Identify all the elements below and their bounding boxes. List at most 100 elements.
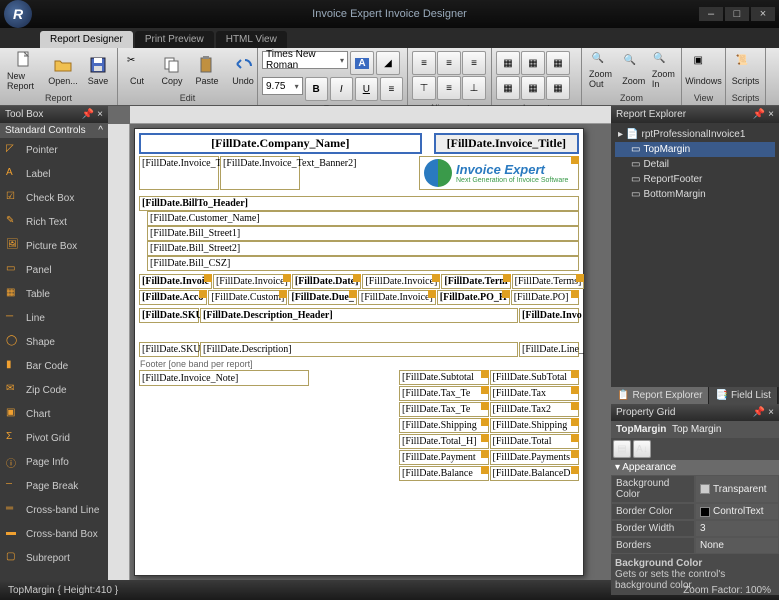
field-header-cell[interactable]: [FillDate.PO_H (437, 290, 510, 305)
field-header-cell[interactable]: [FillDate.Invoice] (362, 274, 440, 289)
field-bill-street2[interactable]: [FillDate.Bill_Street2] (147, 241, 579, 256)
prop-row[interactable]: Border Width3 (611, 520, 779, 537)
toolbox-item-rich-text[interactable]: ✎Rich Text (0, 210, 108, 234)
report-tree[interactable]: ▸ 📄rptProfessionalInvoice1 ▭TopMargin ▭D… (611, 123, 779, 387)
cut-button[interactable]: ✂Cut (120, 50, 154, 92)
new-report-button[interactable]: New Report (2, 50, 45, 92)
field-header-cell[interactable]: [FillDate.Terms] (512, 274, 585, 289)
field-total-value[interactable]: [FillDate.Payments (490, 450, 580, 465)
field-total-value[interactable]: [FillDate.Tax2 (490, 402, 580, 417)
alphabetize-button[interactable]: A↓ (633, 440, 651, 458)
undo-button[interactable]: Undo (226, 50, 260, 92)
close-icon[interactable]: × (97, 109, 103, 120)
field-desc-header[interactable]: [FillDate.Description_Header] (200, 308, 518, 323)
field-invoice-title[interactable]: [FillDate.Invoice_Title] (434, 133, 579, 154)
scripts-button[interactable]: 📜Scripts (728, 50, 763, 92)
minimize-button[interactable]: – (699, 7, 723, 21)
field-banner2[interactable]: [FillDate.Invoice_Text_Banner2] (220, 156, 300, 190)
layout-btn-5[interactable]: ▦ (521, 76, 545, 100)
field-total-label[interactable]: [FillDate.Tax_Te (399, 386, 489, 401)
field-total-label[interactable]: [FillDate.Payment (399, 450, 489, 465)
toolbox-item-cross-band-line[interactable]: ═Cross-band Line (0, 498, 108, 522)
align-top-button[interactable]: ⊤ (412, 76, 436, 100)
underline-button[interactable]: U (355, 77, 378, 101)
toolbox-item-page-break[interactable]: ┄Page Break (0, 474, 108, 498)
field-detail-desc[interactable]: [FillDate.Description] (200, 342, 518, 357)
copy-button[interactable]: Copy (155, 50, 189, 92)
toolbox-item-panel[interactable]: ▭Panel (0, 258, 108, 282)
field-total-label[interactable]: [FillDate.Subtotal (399, 370, 489, 385)
field-company-name[interactable]: [FillDate.Company_Name] (139, 133, 422, 154)
align-right-button[interactable]: ≡ (462, 51, 486, 75)
tab-print-preview[interactable]: Print Preview (135, 31, 214, 48)
categorize-button[interactable]: ▤ (613, 440, 631, 458)
toolbox-item-line[interactable]: ─Line (0, 306, 108, 330)
field-header-cell[interactable]: [FillDate.Due_ (288, 290, 357, 305)
align-middle-button[interactable]: ≡ (437, 76, 461, 100)
tree-detail[interactable]: ▭Detail (615, 157, 775, 172)
field-logo[interactable]: Invoice ExpertNext Generation of Invoice… (419, 156, 579, 190)
close-icon[interactable]: × (768, 109, 774, 120)
tab-html-view[interactable]: HTML View (216, 31, 287, 48)
toolbox-item-zip-code[interactable]: ✉Zip Code (0, 378, 108, 402)
open-button[interactable]: Open... (46, 50, 80, 92)
app-icon[interactable]: R (4, 0, 32, 28)
layout-btn-2[interactable]: ▦ (521, 51, 545, 75)
field-total-label[interactable]: [FillDate.Balance (399, 466, 489, 481)
field-invo-header[interactable]: [FillDate.Invo (519, 308, 579, 323)
toolbox-item-cross-band-box[interactable]: ▬Cross-band Box (0, 522, 108, 546)
toolbox-item-page-info[interactable]: ⓘPage Info (0, 450, 108, 474)
font-color-button[interactable]: A (350, 51, 374, 75)
text-align-button[interactable]: ≡ (380, 77, 403, 101)
align-bottom-button[interactable]: ⊥ (462, 76, 486, 100)
field-total-value[interactable]: [FillDate.Tax (490, 386, 580, 401)
windows-button[interactable]: ▣Windows (684, 50, 723, 92)
toolbox-item-chart[interactable]: ▣Chart (0, 402, 108, 426)
field-header-cell[interactable]: [FillDate.Invoic (139, 274, 212, 289)
field-banner1[interactable]: [FillDate.Invoice_Text_Banner] (139, 156, 219, 190)
toolbox-item-pointer[interactable]: ◸Pointer (0, 138, 108, 162)
tree-root[interactable]: ▸ 📄rptProfessionalInvoice1 (615, 127, 775, 142)
zoom-in-button[interactable]: 🔍Zoom In (648, 50, 679, 92)
toolbox-item-label[interactable]: ALabel (0, 162, 108, 186)
toolbox-item-picture-box[interactable]: 🖼Picture Box (0, 234, 108, 258)
font-size-combo[interactable]: 9.75 (262, 77, 303, 95)
font-family-combo[interactable]: Times New Roman (262, 51, 348, 69)
tab-field-list[interactable]: 📑 Field List (709, 387, 777, 404)
field-bill-street1[interactable]: [FillDate.Bill_Street1] (147, 226, 579, 241)
close-button[interactable]: × (751, 7, 775, 21)
field-invoice-note[interactable]: [FillDate.Invoice_Note] (139, 370, 309, 386)
toolbox-item-bar-code[interactable]: ▮Bar Code (0, 354, 108, 378)
layout-btn-3[interactable]: ▦ (546, 51, 570, 75)
field-header-cell[interactable]: [FillDate.Date] (292, 274, 362, 289)
field-header-cell[interactable]: [FillDate.Invoice] (358, 290, 436, 305)
field-detail-line[interactable]: [FillDate.Line_ (519, 342, 579, 357)
field-total-value[interactable]: [FillDate.Shipping (490, 418, 580, 433)
field-total-value[interactable]: [FillDate.BalanceD (490, 466, 580, 481)
field-total-value[interactable]: [FillDate.SubTotal (490, 370, 580, 385)
field-header-cell[interactable]: [FillDate.Custom] (208, 290, 287, 305)
field-detail-sku[interactable]: [FillDate.SKU] (139, 342, 199, 357)
layout-btn-4[interactable]: ▦ (496, 76, 520, 100)
field-total-value[interactable]: [FillDate.Total (490, 434, 580, 449)
field-header-cell[interactable]: [FillDate.Invoice] (213, 274, 291, 289)
prop-row[interactable]: Border ColorControlText (611, 503, 779, 520)
field-header-cell[interactable]: [FillDate.Acco (139, 290, 207, 305)
back-color-button[interactable]: ◢ (376, 51, 400, 75)
category-appearance[interactable]: ▾ Appearance (611, 460, 779, 475)
paste-button[interactable]: Paste (190, 50, 224, 92)
prop-row[interactable]: Background ColorTransparent (611, 475, 779, 503)
save-button[interactable]: Save (81, 50, 115, 92)
toolbox-item-shape[interactable]: ◯Shape (0, 330, 108, 354)
design-canvas[interactable]: [FillDate.Company_Name] [FillDate.Invoic… (108, 106, 611, 580)
layout-btn-1[interactable]: ▦ (496, 51, 520, 75)
tree-reportfooter[interactable]: ▭ReportFooter (615, 172, 775, 187)
field-billto-header[interactable]: [FillDate.BillTo_Header] (139, 196, 579, 211)
field-header-cell[interactable]: [FillDate.Term (441, 274, 510, 289)
align-left-button[interactable]: ≡ (412, 51, 436, 75)
toolbox-item-pivot-grid[interactable]: ΣPivot Grid (0, 426, 108, 450)
toolbox-item-check-box[interactable]: ☑Check Box (0, 186, 108, 210)
zoom-button[interactable]: 🔍Zoom (621, 50, 647, 92)
field-total-label[interactable]: [FillDate.Total_H] (399, 434, 489, 449)
field-bill-csz[interactable]: [FillDate.Bill_CSZ] (147, 256, 579, 271)
